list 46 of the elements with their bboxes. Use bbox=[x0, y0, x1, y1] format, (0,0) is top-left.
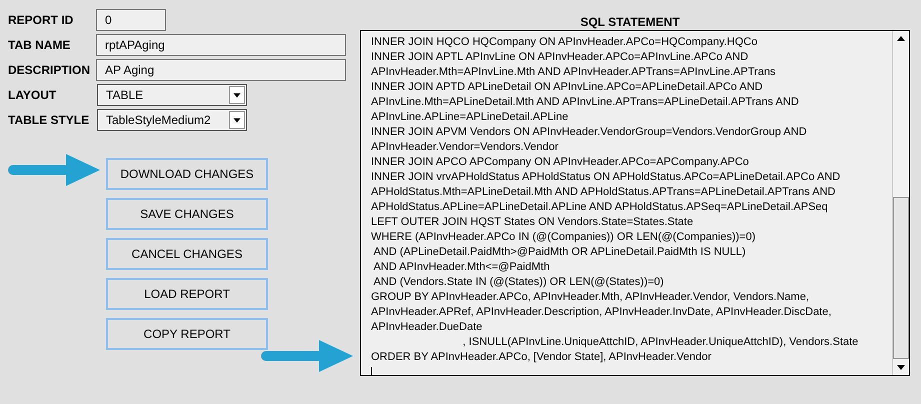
input-field[interactable]: rptAPAging bbox=[96, 34, 346, 56]
sql-line: APInvHeader.DueDate bbox=[371, 320, 482, 335]
scrollbar[interactable] bbox=[892, 31, 909, 375]
scrollbar-thumb[interactable] bbox=[893, 197, 909, 359]
sql-line: INNER JOIN APTD APLineDetail ON APInvLine.APCo=APLineDetail.APCo AND bbox=[371, 80, 763, 95]
action-button[interactable]: SAVE CHANGES bbox=[106, 198, 268, 230]
arrow-icon bbox=[8, 154, 100, 186]
input-field[interactable]: 0 bbox=[96, 9, 166, 31]
sql-line: INNER JOIN APVM Vendors ON APInvHeader.VendorGroup=Vendors.VendorGroup AND bbox=[371, 125, 807, 140]
dropdown[interactable]: TableStyleMedium2 bbox=[97, 109, 247, 131]
sql-line: APInvLine.Mth=APLineDetail.Mth AND APInvLine.APTrans=APLineDetail.APTrans AND bbox=[371, 95, 799, 110]
sql-line: WHERE (APInvHeader.APCo IN (@(Companies)) OR LEN(@(Companies))=0) bbox=[371, 230, 756, 245]
dropdown[interactable]: TABLE bbox=[97, 84, 247, 106]
text-cursor bbox=[371, 367, 372, 375]
sql-line: INNER JOIN HQCO HQCompany ON APInvHeader.APCo=HQCompany.HQCo bbox=[371, 35, 758, 50]
action-button[interactable]: LOAD REPORT bbox=[106, 278, 268, 310]
sql-text-area[interactable] bbox=[360, 30, 910, 376]
sql-line: ORDER BY APInvHeader.APCo, [Vendor State], APInvHeader.Vendor bbox=[371, 350, 712, 365]
dropdown-caret-icon[interactable] bbox=[229, 86, 245, 104]
sql-line: AND APInvHeader.Mth<=@PaidMth bbox=[372, 260, 550, 275]
sql-line: , ISNULL(APInvLine.UniqueAttchID, APInvHeader.UniqueAttchID), Vendors.State bbox=[462, 335, 858, 350]
field-label: LAYOUT bbox=[8, 87, 58, 104]
sql-title: SQL STATEMENT bbox=[579, 14, 681, 30]
action-button[interactable]: COPY REPORT bbox=[106, 318, 268, 350]
action-button[interactable]: CANCEL CHANGES bbox=[106, 238, 268, 270]
sql-line: APHoldStatus.APLine=APLineDetail.APLine AND APHoldStatus.APSeq=APLineDetail.APSeq bbox=[371, 200, 828, 215]
field-label: REPORT ID bbox=[8, 12, 74, 29]
sql-line: GROUP BY APInvHeader.APCo, APInvHeader.Mth, APInvHeader.Vendor, Vendors.Name, bbox=[371, 290, 810, 305]
field-label: TABLE STYLE bbox=[8, 112, 90, 129]
arrow-icon bbox=[261, 340, 353, 372]
sql-line: INNER JOIN APCO APCompany ON APInvHeader.APCo=APCompany.APCo bbox=[371, 155, 749, 170]
sql-line: AND (Vendors.State IN (@(States)) OR LEN(@(States))=0) bbox=[372, 275, 664, 290]
input-field[interactable]: AP Aging bbox=[96, 59, 346, 81]
action-button[interactable]: DOWNLOAD CHANGES bbox=[106, 158, 268, 190]
field-label: DESCRIPTION bbox=[8, 62, 92, 79]
sql-line: APInvLine.APLine=APLineDetail.APLine bbox=[371, 110, 568, 125]
sql-line: INNER JOIN APTL APInvLine ON APInvHeader.APCo=APInvLine.APCo AND bbox=[371, 50, 748, 65]
sql-line: APInvHeader.Mth=APInvLine.Mth AND APInvHeader.APTrans=APInvLine.APTrans bbox=[371, 65, 776, 80]
sql-line: LEFT OUTER JOIN HQST States ON Vendors.State=States.State bbox=[371, 215, 694, 230]
sql-line: INNER JOIN vrvAPHoldStatus APHoldStatus ON APHoldStatus.APCo=APLineDetail.APCo AND bbox=[371, 170, 840, 185]
dropdown-caret-icon[interactable] bbox=[229, 111, 245, 129]
sql-line: APHoldStatus.Mth=APLineDetail.Mth AND APHoldStatus.APTrans=APLineDetail.APTrans AND bbox=[371, 185, 836, 200]
sql-line: AND (APLineDetail.PaidMth>@PaidMth OR APLineDetail.PaidMth IS NULL) bbox=[372, 245, 746, 260]
sql-line: APInvHeader.APRef, APInvHeader.Description, APInvHeader.InvDate, APInvHeader.DiscDate, bbox=[371, 305, 832, 320]
sql-line: APInvHeader.Vendor=Vendors.Vendor bbox=[371, 140, 558, 155]
field-label: TAB NAME bbox=[8, 37, 72, 54]
